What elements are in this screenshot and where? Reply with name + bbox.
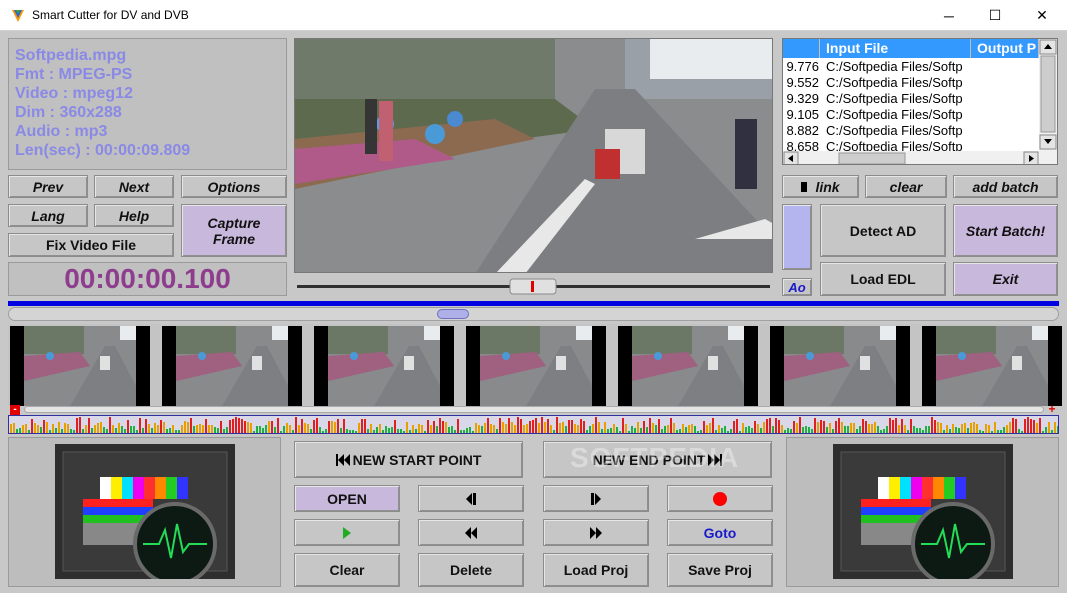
load-project-button[interactable]: Load Proj xyxy=(543,553,649,587)
thumbnail-strip xyxy=(8,324,1062,406)
step-forward-icon xyxy=(591,492,601,505)
window-title: Smart Cutter for DV and DVB xyxy=(32,8,189,22)
open-button[interactable]: OPEN xyxy=(294,485,400,512)
fast-forward-button[interactable] xyxy=(543,519,649,546)
timeline-progress-bar xyxy=(8,301,1059,306)
delete-button[interactable]: Delete xyxy=(418,553,524,587)
end-monitor-icon xyxy=(833,444,1013,579)
audio-output-button[interactable]: Ao xyxy=(782,278,812,296)
clear-list-button[interactable]: clear xyxy=(865,175,947,198)
file-name: Softpedia.mpg xyxy=(15,47,127,64)
timeline-scroll-slider[interactable] xyxy=(8,307,1059,321)
file-video-codec: Video : mpeg12 xyxy=(15,85,133,102)
start-monitor-panel xyxy=(8,437,281,587)
batch-file-list[interactable]: Input File Output P 9.776 C:/Softpedia Fi… xyxy=(782,38,1058,165)
new-start-point-button[interactable]: NEW START POINT xyxy=(294,441,523,478)
file-info-panel: Softpedia.mpg Fmt : MPEG-PS Video : mpeg… xyxy=(8,38,287,170)
clear-button[interactable]: Clear xyxy=(294,553,400,587)
audio-level-bar xyxy=(8,415,1059,434)
save-project-button[interactable]: Save Proj xyxy=(667,553,773,587)
file-audio-codec: Audio : mp3 xyxy=(15,123,108,140)
fast-forward-icon xyxy=(590,526,602,539)
help-button[interactable]: Help xyxy=(94,204,174,227)
skip-end-icon xyxy=(708,453,723,466)
thumbnail-frame[interactable] xyxy=(466,326,606,406)
load-edl-button[interactable]: Load EDL xyxy=(820,262,946,296)
list-header-input-file[interactable]: Input File xyxy=(820,39,971,58)
close-button[interactable]: ✕ xyxy=(1019,0,1065,31)
next-button[interactable]: Next xyxy=(94,175,174,198)
end-monitor-panel xyxy=(786,437,1059,587)
play-button[interactable] xyxy=(294,519,400,546)
file-dimensions: Dim : 360x288 xyxy=(15,104,122,121)
timeline-scroll-knob[interactable] xyxy=(437,309,469,319)
options-button[interactable]: Options xyxy=(181,175,287,198)
thumbnail-frame[interactable] xyxy=(10,326,150,406)
seek-slider[interactable] xyxy=(294,278,773,296)
zoom-in-marker[interactable]: + xyxy=(1047,403,1057,415)
skip-start-icon xyxy=(335,453,350,466)
start-batch-button[interactable]: Start Batch! xyxy=(953,204,1058,257)
goto-button[interactable]: Goto xyxy=(667,519,773,546)
thumbnail-frame[interactable] xyxy=(922,326,1062,406)
rewind-button[interactable] xyxy=(418,519,524,546)
app-icon xyxy=(12,10,24,22)
file-format: Fmt : MPEG-PS xyxy=(15,66,133,83)
exit-button[interactable]: Exit xyxy=(953,262,1058,296)
thumbnail-frame[interactable] xyxy=(162,326,302,406)
play-icon xyxy=(343,526,351,539)
zoom-slider[interactable] xyxy=(24,406,1044,413)
minimize-button[interactable]: ─ xyxy=(926,0,972,31)
video-preview xyxy=(294,38,773,273)
prev-button[interactable]: Prev xyxy=(8,175,88,198)
step-back-button[interactable] xyxy=(418,485,524,512)
lang-button[interactable]: Lang xyxy=(8,204,88,227)
file-length: Len(sec) : 00:00:09.809 xyxy=(15,142,191,159)
thumbnail-frame[interactable] xyxy=(618,326,758,406)
link-button[interactable]: link xyxy=(782,175,859,198)
maximize-button[interactable]: ☐ xyxy=(972,0,1018,31)
fix-video-file-button[interactable]: Fix Video File xyxy=(8,233,174,257)
thumbnail-frame[interactable] xyxy=(770,326,910,406)
capture-frame-button[interactable]: Capture Frame xyxy=(181,204,287,257)
step-forward-button[interactable] xyxy=(543,485,649,512)
list-header-output[interactable]: Output P xyxy=(971,39,1039,58)
record-icon xyxy=(713,491,727,506)
thumbnail-frame[interactable] xyxy=(314,326,454,406)
title-bar: Smart Cutter for DV and DVB ─ ☐ ✕ xyxy=(0,0,1067,31)
link-indicator-icon xyxy=(801,181,808,192)
new-end-point-button[interactable]: NEW END POINT xyxy=(543,441,772,478)
timecode-display: 00:00:00.100 xyxy=(8,262,287,296)
step-back-icon xyxy=(466,492,476,505)
detect-ad-button[interactable]: Detect AD xyxy=(820,204,946,257)
list-horizontal-scrollbar[interactable] xyxy=(783,151,1057,165)
add-batch-button[interactable]: add batch xyxy=(953,175,1058,198)
zoom-out-marker[interactable]: - xyxy=(10,405,20,415)
list-header-time[interactable] xyxy=(783,39,820,58)
volume-slider[interactable] xyxy=(782,204,812,270)
start-monitor-icon xyxy=(55,444,235,579)
record-button[interactable] xyxy=(667,485,773,512)
list-vertical-scrollbar[interactable] xyxy=(1039,39,1057,151)
rewind-icon xyxy=(465,526,477,539)
